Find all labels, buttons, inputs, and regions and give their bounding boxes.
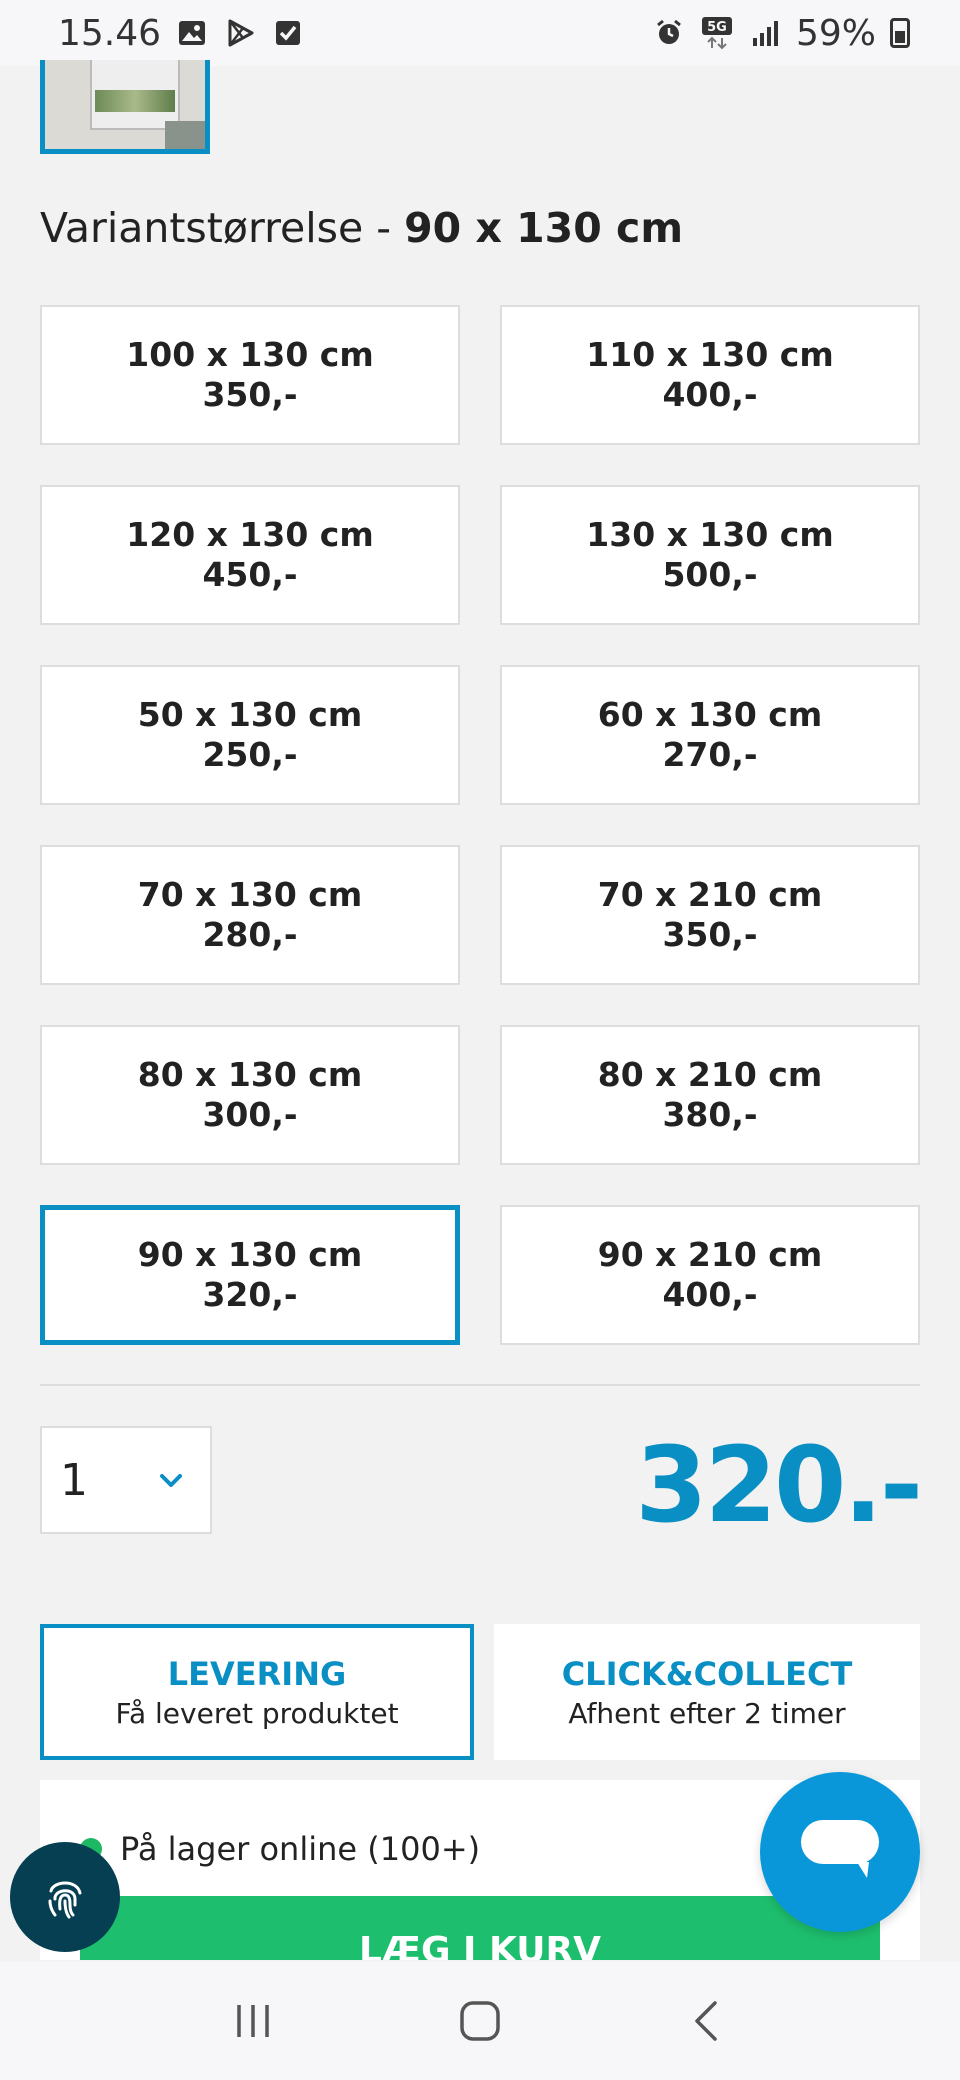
- size-options-grid: 100 x 130 cm 350,- 110 x 130 cm 400,- 120 …: [40, 305, 920, 1345]
- quantity-value: 1: [60, 1454, 88, 1506]
- size-option[interactable]: 120 x 130 cm 450,-: [40, 485, 460, 625]
- delivery-tabs: LEVERING Få leveret produktet CLICK&COLL…: [40, 1624, 920, 1760]
- variant-size-heading: Variantstørrelse - 90 x 130 cm: [40, 204, 683, 252]
- status-bar: 15.46 5G 59%: [0, 0, 960, 66]
- size-option[interactable]: 70 x 130 cm 280,-: [40, 845, 460, 985]
- play-store-icon: [223, 16, 257, 50]
- size-option-price: 380,-: [662, 1095, 758, 1134]
- size-option[interactable]: 110 x 130 cm 400,-: [500, 305, 920, 445]
- size-option-price: 400,-: [662, 375, 758, 414]
- size-option[interactable]: 80 x 210 cm 380,-: [500, 1025, 920, 1165]
- thumbnail-window-view: [95, 90, 175, 112]
- size-option-size: 110 x 130 cm: [586, 335, 834, 374]
- tab-title: LEVERING: [167, 1654, 347, 1693]
- recent-apps-icon[interactable]: [223, 1991, 283, 2051]
- alarm-icon: [652, 16, 686, 50]
- variant-size-label: Variantstørrelse -: [40, 204, 405, 252]
- size-option[interactable]: 130 x 130 cm 500,-: [500, 485, 920, 625]
- battery-icon: [890, 18, 910, 48]
- size-option-price: 250,-: [202, 735, 298, 774]
- size-option-size: 70 x 210 cm: [597, 875, 823, 914]
- quantity-select[interactable]: 1: [40, 1426, 212, 1534]
- status-time: 15.46: [58, 12, 162, 54]
- size-option-size: 130 x 130 cm: [586, 515, 834, 554]
- chat-icon[interactable]: [760, 1772, 920, 1932]
- stock-status-text: På lager online (100+): [120, 1830, 481, 1868]
- tab-delivery[interactable]: LEVERING Få leveret produktet: [40, 1624, 474, 1760]
- battery-percent: 59%: [795, 12, 876, 54]
- svg-text:5G: 5G: [707, 20, 727, 35]
- size-option-size: 90 x 130 cm: [137, 1235, 363, 1274]
- size-option-size: 70 x 130 cm: [137, 875, 363, 914]
- size-option[interactable]: 100 x 130 cm 350,-: [40, 305, 460, 445]
- image-icon: [175, 16, 209, 50]
- size-option[interactable]: 70 x 210 cm 350,-: [500, 845, 920, 985]
- size-option-price: 350,-: [662, 915, 758, 954]
- size-option-price: 400,-: [662, 1275, 758, 1314]
- size-option-price: 350,-: [202, 375, 298, 414]
- size-option-size: 100 x 130 cm: [126, 335, 374, 374]
- tab-subtitle: Få leveret produktet: [115, 1696, 399, 1730]
- thumbnail-sofa: [165, 121, 205, 149]
- chevron-down-icon: [160, 1474, 182, 1487]
- tab-subtitle: Afhent efter 2 timer: [568, 1696, 846, 1730]
- total-price: 320.-: [635, 1424, 923, 1546]
- size-option-price: 320,-: [202, 1275, 298, 1314]
- size-option[interactable]: 90 x 210 cm 400,-: [500, 1205, 920, 1345]
- size-option-price: 300,-: [202, 1095, 298, 1134]
- variant-size-value: 90 x 130 cm: [404, 204, 684, 252]
- fingerprint-icon[interactable]: [10, 1842, 120, 1952]
- product-thumbnail[interactable]: [40, 60, 210, 154]
- divider: [40, 1384, 920, 1386]
- size-option-size: 80 x 130 cm: [137, 1055, 363, 1094]
- tab-click-collect[interactable]: CLICK&COLLECT Afhent efter 2 timer: [494, 1624, 920, 1760]
- size-option-size: 60 x 130 cm: [597, 695, 823, 734]
- size-option[interactable]: 60 x 130 cm 270,-: [500, 665, 920, 805]
- size-option[interactable]: 50 x 130 cm 250,-: [40, 665, 460, 805]
- 5g-icon: 5G: [700, 16, 734, 50]
- size-option-price: 450,-: [202, 555, 298, 594]
- add-to-cart-button[interactable]: LÆG I KURV: [80, 1896, 880, 1960]
- size-option-size: 120 x 130 cm: [126, 515, 374, 554]
- size-option-price: 270,-: [662, 735, 758, 774]
- size-option-price: 280,-: [202, 915, 298, 954]
- size-option-size: 90 x 210 cm: [597, 1235, 823, 1274]
- size-option-price: 500,-: [662, 555, 758, 594]
- system-nav-bar: [0, 1962, 960, 2080]
- size-option-size: 80 x 210 cm: [597, 1055, 823, 1094]
- signal-icon: [748, 16, 782, 50]
- size-option[interactable]: 80 x 130 cm 300,-: [40, 1025, 460, 1165]
- tab-title: CLICK&COLLECT: [561, 1654, 853, 1693]
- size-option-selected[interactable]: 90 x 130 cm 320,-: [40, 1205, 460, 1345]
- back-icon[interactable]: [677, 1991, 737, 2051]
- size-option-size: 50 x 130 cm: [137, 695, 363, 734]
- checkbox-icon: [271, 16, 305, 50]
- home-icon[interactable]: [450, 1991, 510, 2051]
- stock-status: På lager online (100+): [80, 1830, 480, 1868]
